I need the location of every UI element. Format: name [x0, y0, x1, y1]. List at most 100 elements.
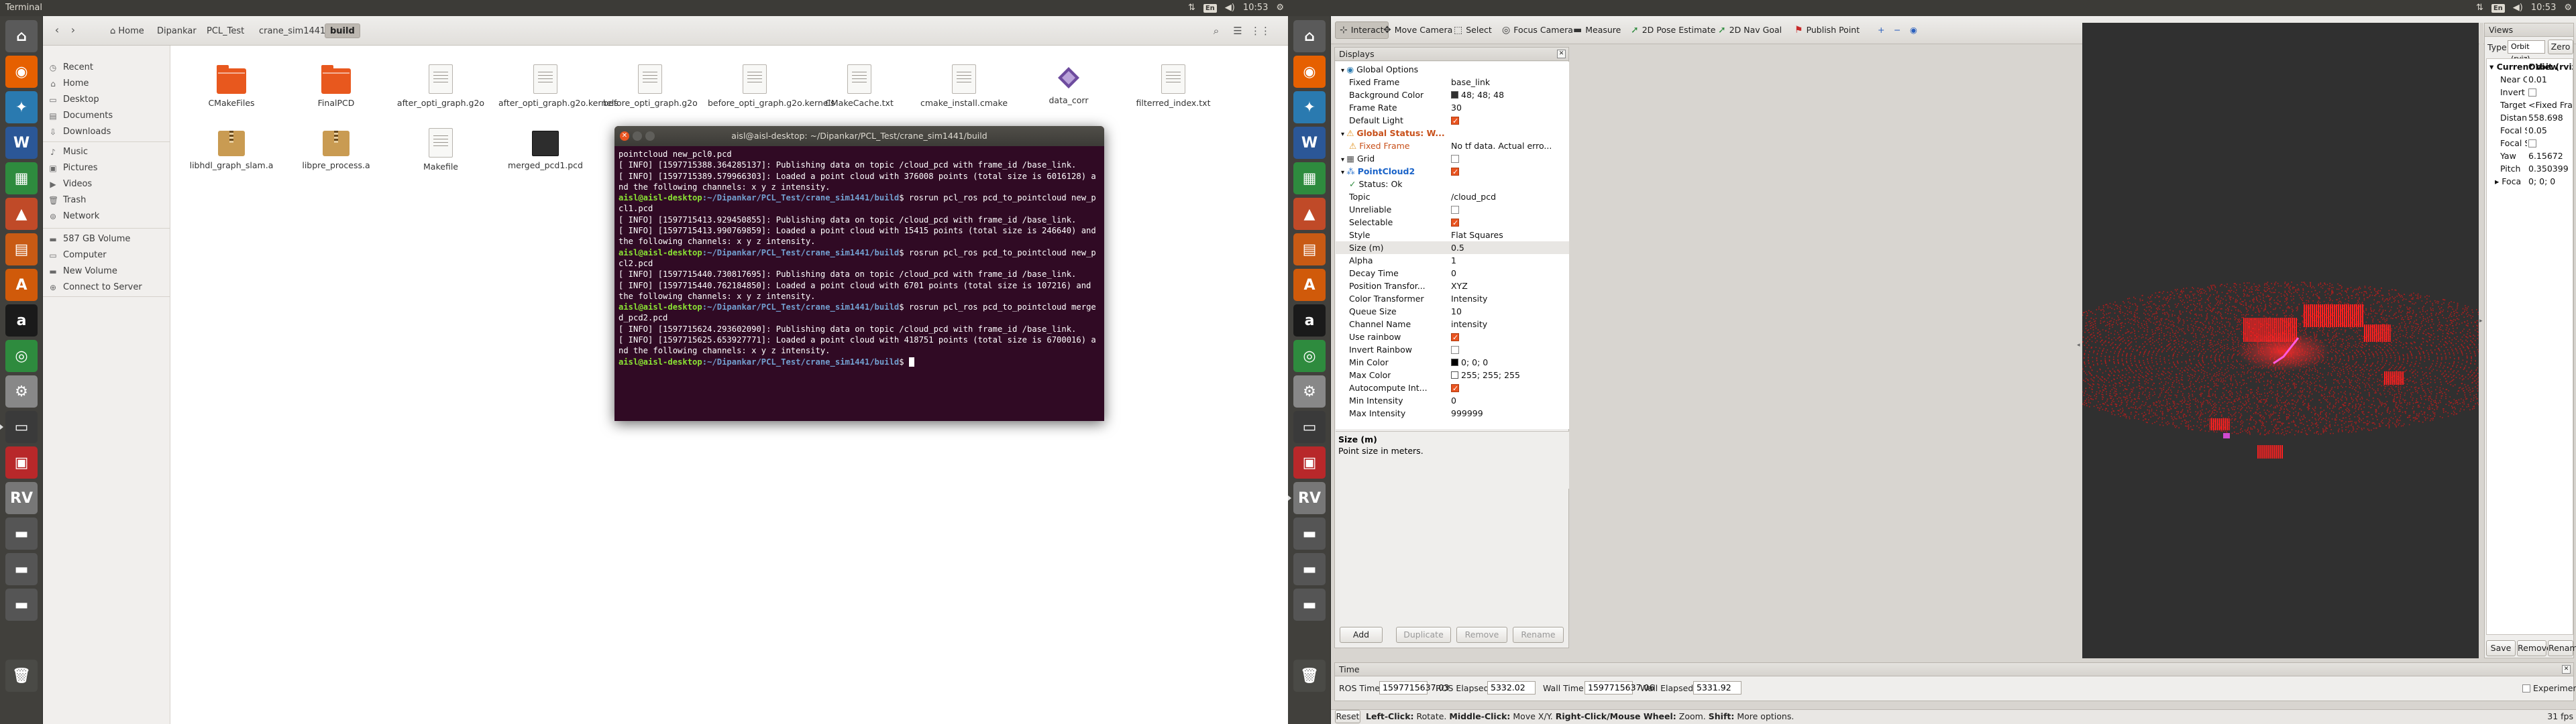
add-button[interactable]: Add — [1340, 627, 1383, 643]
close-icon[interactable]: ✕ — [620, 131, 629, 141]
file-item[interactable]: after_opti_graph.g2o — [394, 64, 488, 108]
writer-icon[interactable]: W — [1293, 127, 1326, 159]
display-property-row[interactable]: Color Transformer Intensity — [1336, 292, 1569, 305]
file-item[interactable]: CMakeCache.txt — [812, 64, 906, 108]
display-property-row[interactable]: Background Color 48; 48; 48 — [1336, 88, 1569, 101]
view-property-value[interactable]: 0.05 — [2528, 124, 2573, 137]
display-property-row[interactable]: Autocompute Int... — [1336, 381, 1569, 394]
maximize-icon[interactable] — [645, 131, 655, 141]
property-value[interactable]: /cloud_pcd — [1451, 190, 1568, 203]
display-property-row[interactable]: ✓ Status: Ok — [1336, 178, 1569, 190]
sidebar-item-downloads[interactable]: ⇩ Downloads — [48, 125, 111, 139]
displays-tree[interactable]: ▾ ◉ Global Options Fixed Frame base_link Ba… — [1336, 62, 1569, 429]
drive-icon-3[interactable]: ▬ — [5, 589, 38, 621]
terminal-icon[interactable]: ▭ — [1293, 411, 1326, 443]
monitor-icon[interactable]: ▣ — [5, 446, 38, 479]
property-value[interactable]: Intensity — [1451, 292, 1568, 305]
enable-checkbox[interactable] — [1451, 155, 1459, 163]
file-item[interactable]: before_opti_graph.g2o.kernels — [708, 64, 835, 108]
current-view-header[interactable]: ▾ Current ViewOrbit (rviz) — [2487, 60, 2574, 73]
display-property-row[interactable]: Topic/cloud_pcd — [1336, 190, 1569, 203]
property-value[interactable]: 0; 0; 0 — [1451, 356, 1568, 369]
property-value[interactable]: 0.5 — [1451, 241, 1568, 254]
clock[interactable]: 10:53 — [2531, 0, 2556, 16]
firefox-icon[interactable]: ◉ — [5, 56, 38, 88]
property-value[interactable]: 0 — [1451, 394, 1568, 407]
tool-measure[interactable]: ▬ Measure — [1569, 21, 1625, 39]
property-value[interactable]: Flat Squares — [1451, 229, 1568, 241]
sidebar-item-computer[interactable]: ▭ Computer — [48, 248, 106, 263]
display-property-row[interactable]: Fixed Frame base_link — [1336, 76, 1569, 88]
update-icon[interactable]: ◎ — [5, 340, 38, 372]
display-property-row[interactable]: Queue Size 10 — [1336, 305, 1569, 318]
display-property-row[interactable]: ▾ ◉ Global Options — [1336, 63, 1569, 76]
view-property-row[interactable]: Yaw 6.15672 — [2487, 149, 2574, 162]
system-settings-icon[interactable]: ⚙ — [1293, 375, 1326, 408]
view-property-value[interactable]: 0; 0; 0 — [2528, 175, 2573, 188]
trash-icon[interactable]: 🗑 — [5, 660, 38, 692]
back-arrow-icon[interactable]: ‹ — [50, 23, 64, 38]
file-item[interactable]: data_corr — [1022, 64, 1116, 105]
view-property-row[interactable]: Distance558.698 — [2487, 111, 2574, 124]
calc-icon[interactable]: ▦ — [1293, 162, 1326, 194]
right-splitter[interactable]: ▸ — [2479, 23, 2483, 658]
wall-time-field[interactable]: 1597715637.06 — [1585, 681, 1654, 695]
terminal-icon[interactable]: ▭ — [0, 411, 38, 443]
checkbox[interactable] — [1451, 382, 1459, 394]
firefox-icon[interactable]: ◉ — [1293, 56, 1326, 88]
tool-2d-nav-goal[interactable]: ➚ 2D Nav Goal — [1714, 21, 1786, 39]
drive-icon-3[interactable]: ▬ — [1293, 589, 1326, 621]
update-icon[interactable]: ◎ — [1293, 340, 1326, 372]
files-icon[interactable]: ⌂ — [1293, 20, 1326, 52]
ros-time-field[interactable]: 1597715637.03 — [1379, 681, 1449, 695]
expand-arrow-icon[interactable]: ▾ — [1341, 131, 1346, 138]
property-value[interactable] — [1451, 216, 1568, 229]
breadcrumb-home[interactable]: ⌂ Home — [105, 23, 150, 38]
impress-icon[interactable]: ▲ — [5, 198, 38, 230]
sidebar-item-documents[interactable]: ▤ Documents — [48, 109, 113, 123]
left-splitter[interactable]: ◂ — [2077, 47, 2081, 648]
amazon-icon[interactable]: a — [1293, 304, 1326, 337]
display-property-row[interactable]: Default Light — [1336, 114, 1569, 127]
checkbox[interactable] — [1451, 331, 1459, 343]
point-cloud-render[interactable] — [2082, 23, 2479, 658]
property-value[interactable]: XYZ — [1451, 280, 1568, 292]
sidebar-item-connect-to-server[interactable]: ⊕ Connect to Server — [48, 280, 142, 295]
file-item[interactable]: CMakeFiles — [184, 64, 278, 108]
sidebar-item-music[interactable]: ♪ Music — [48, 145, 88, 160]
keyboard-layout-indicator[interactable]: En — [1203, 3, 1217, 13]
rename-button[interactable]: Rename — [1513, 627, 1564, 643]
property-value[interactable] — [1451, 165, 1568, 178]
rviz-icon[interactable]: RV — [5, 482, 38, 514]
property-value[interactable]: 30 — [1451, 101, 1568, 114]
calc-icon[interactable]: ▦ — [5, 162, 38, 194]
drive-icon[interactable]: ▬ — [1293, 518, 1326, 550]
property-value[interactable]: 999999 — [1451, 407, 1568, 420]
sidebar-item-recent[interactable]: ◷ Recent — [48, 60, 93, 75]
render-3d-view[interactable] — [2082, 23, 2479, 658]
writer-icon[interactable]: W — [5, 127, 38, 159]
remove-view-button[interactable]: Remove — [2517, 640, 2552, 656]
file-item[interactable]: libhdl_graph_slam.a — [184, 128, 278, 170]
property-value[interactable] — [1451, 152, 1568, 165]
property-value[interactable]: No tf data. Actual erro... — [1451, 139, 1568, 152]
checkbox[interactable] — [2528, 88, 2536, 97]
display-property-row[interactable]: Size (m) 0.5 — [1336, 241, 1569, 254]
file-item[interactable]: filterred_index.txt — [1126, 64, 1220, 108]
property-value[interactable]: 48; 48; 48 — [1451, 88, 1568, 101]
view-property-row[interactable]: ▸ Focal Point 0; 0; 0 — [2487, 175, 2574, 188]
sidebar-item-pictures[interactable]: ▣ Pictures — [48, 161, 97, 176]
transfer-icon[interactable]: ⇅ — [1188, 0, 1195, 16]
drive-icon-2[interactable]: ▬ — [1293, 553, 1326, 585]
tool-select[interactable]: ⬚ Select — [1450, 21, 1496, 39]
drive-icon-2[interactable]: ▬ — [5, 553, 38, 585]
breadcrumb-dipankar[interactable]: Dipankar — [152, 23, 202, 38]
file-item[interactable]: cmake_install.cmake — [917, 64, 1011, 108]
files-icon[interactable]: ⌂ — [5, 20, 38, 52]
display-property-row[interactable]: Min Intensity 0 — [1336, 394, 1569, 407]
breadcrumb-pcl_test[interactable]: PCL_Test — [201, 23, 250, 38]
display-property-row[interactable]: Selectable — [1336, 216, 1569, 229]
system-settings-icon[interactable]: ⚙ — [5, 375, 38, 408]
software-center-icon[interactable]: ▤ — [5, 233, 38, 265]
sidebar-item-home[interactable]: ⌂ Home — [48, 76, 89, 91]
